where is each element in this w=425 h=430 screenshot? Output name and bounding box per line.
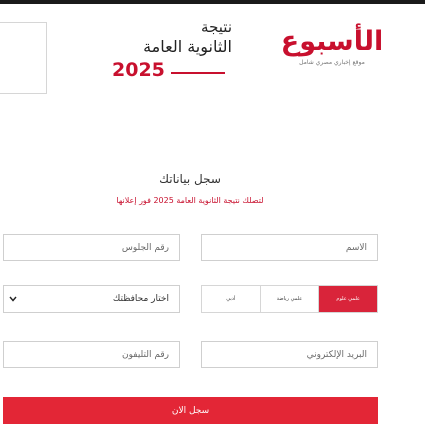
- logo-tagline: موقع إخباري مصري شامل: [299, 59, 365, 66]
- result-year-row: 2025: [112, 59, 232, 81]
- result-title: نتيجة الثانوية العامة 2025: [112, 18, 232, 98]
- track-option-science[interactable]: علمي علوم: [318, 286, 377, 312]
- name-field[interactable]: [201, 234, 378, 261]
- page: الأسبوع موقع إخباري مصري شامل نتيجة الثا…: [0, 0, 425, 430]
- track-selector: علمي علوم علمي رياضة أدبي: [201, 285, 378, 313]
- registration-form: سجل بياناتك لتصلك نتيجة الثانوية العامة …: [0, 110, 425, 430]
- header-side-box: [0, 22, 47, 94]
- track-option-literary[interactable]: أدبي: [201, 286, 260, 312]
- phone-field[interactable]: [3, 341, 180, 368]
- result-year: 2025: [112, 59, 165, 81]
- site-logo[interactable]: الأسبوع موقع إخباري مصري شامل: [273, 26, 391, 78]
- governorate-select-value: اختار محافظتك: [112, 294, 169, 304]
- track-option-math[interactable]: علمي رياضة: [259, 286, 319, 312]
- result-title-line1: نتيجة: [201, 18, 232, 36]
- site-header: الأسبوع موقع إخباري مصري شامل نتيجة الثا…: [0, 4, 425, 110]
- result-title-line2: الثانوية العامة: [143, 37, 232, 56]
- form-subheading: لتصلك نتيجة الثانوية العامة 2025 فور إعل…: [116, 196, 264, 205]
- email-field[interactable]: [201, 341, 378, 368]
- year-underline: [170, 72, 225, 74]
- chevron-down-icon: [8, 294, 18, 304]
- logo-wordmark: الأسبوع: [280, 26, 384, 57]
- register-button[interactable]: سجل الان: [3, 397, 378, 424]
- governorate-select[interactable]: اختار محافظتك: [3, 285, 180, 313]
- seat-number-field[interactable]: [3, 234, 180, 261]
- form-heading: سجل بياناتك: [159, 172, 221, 186]
